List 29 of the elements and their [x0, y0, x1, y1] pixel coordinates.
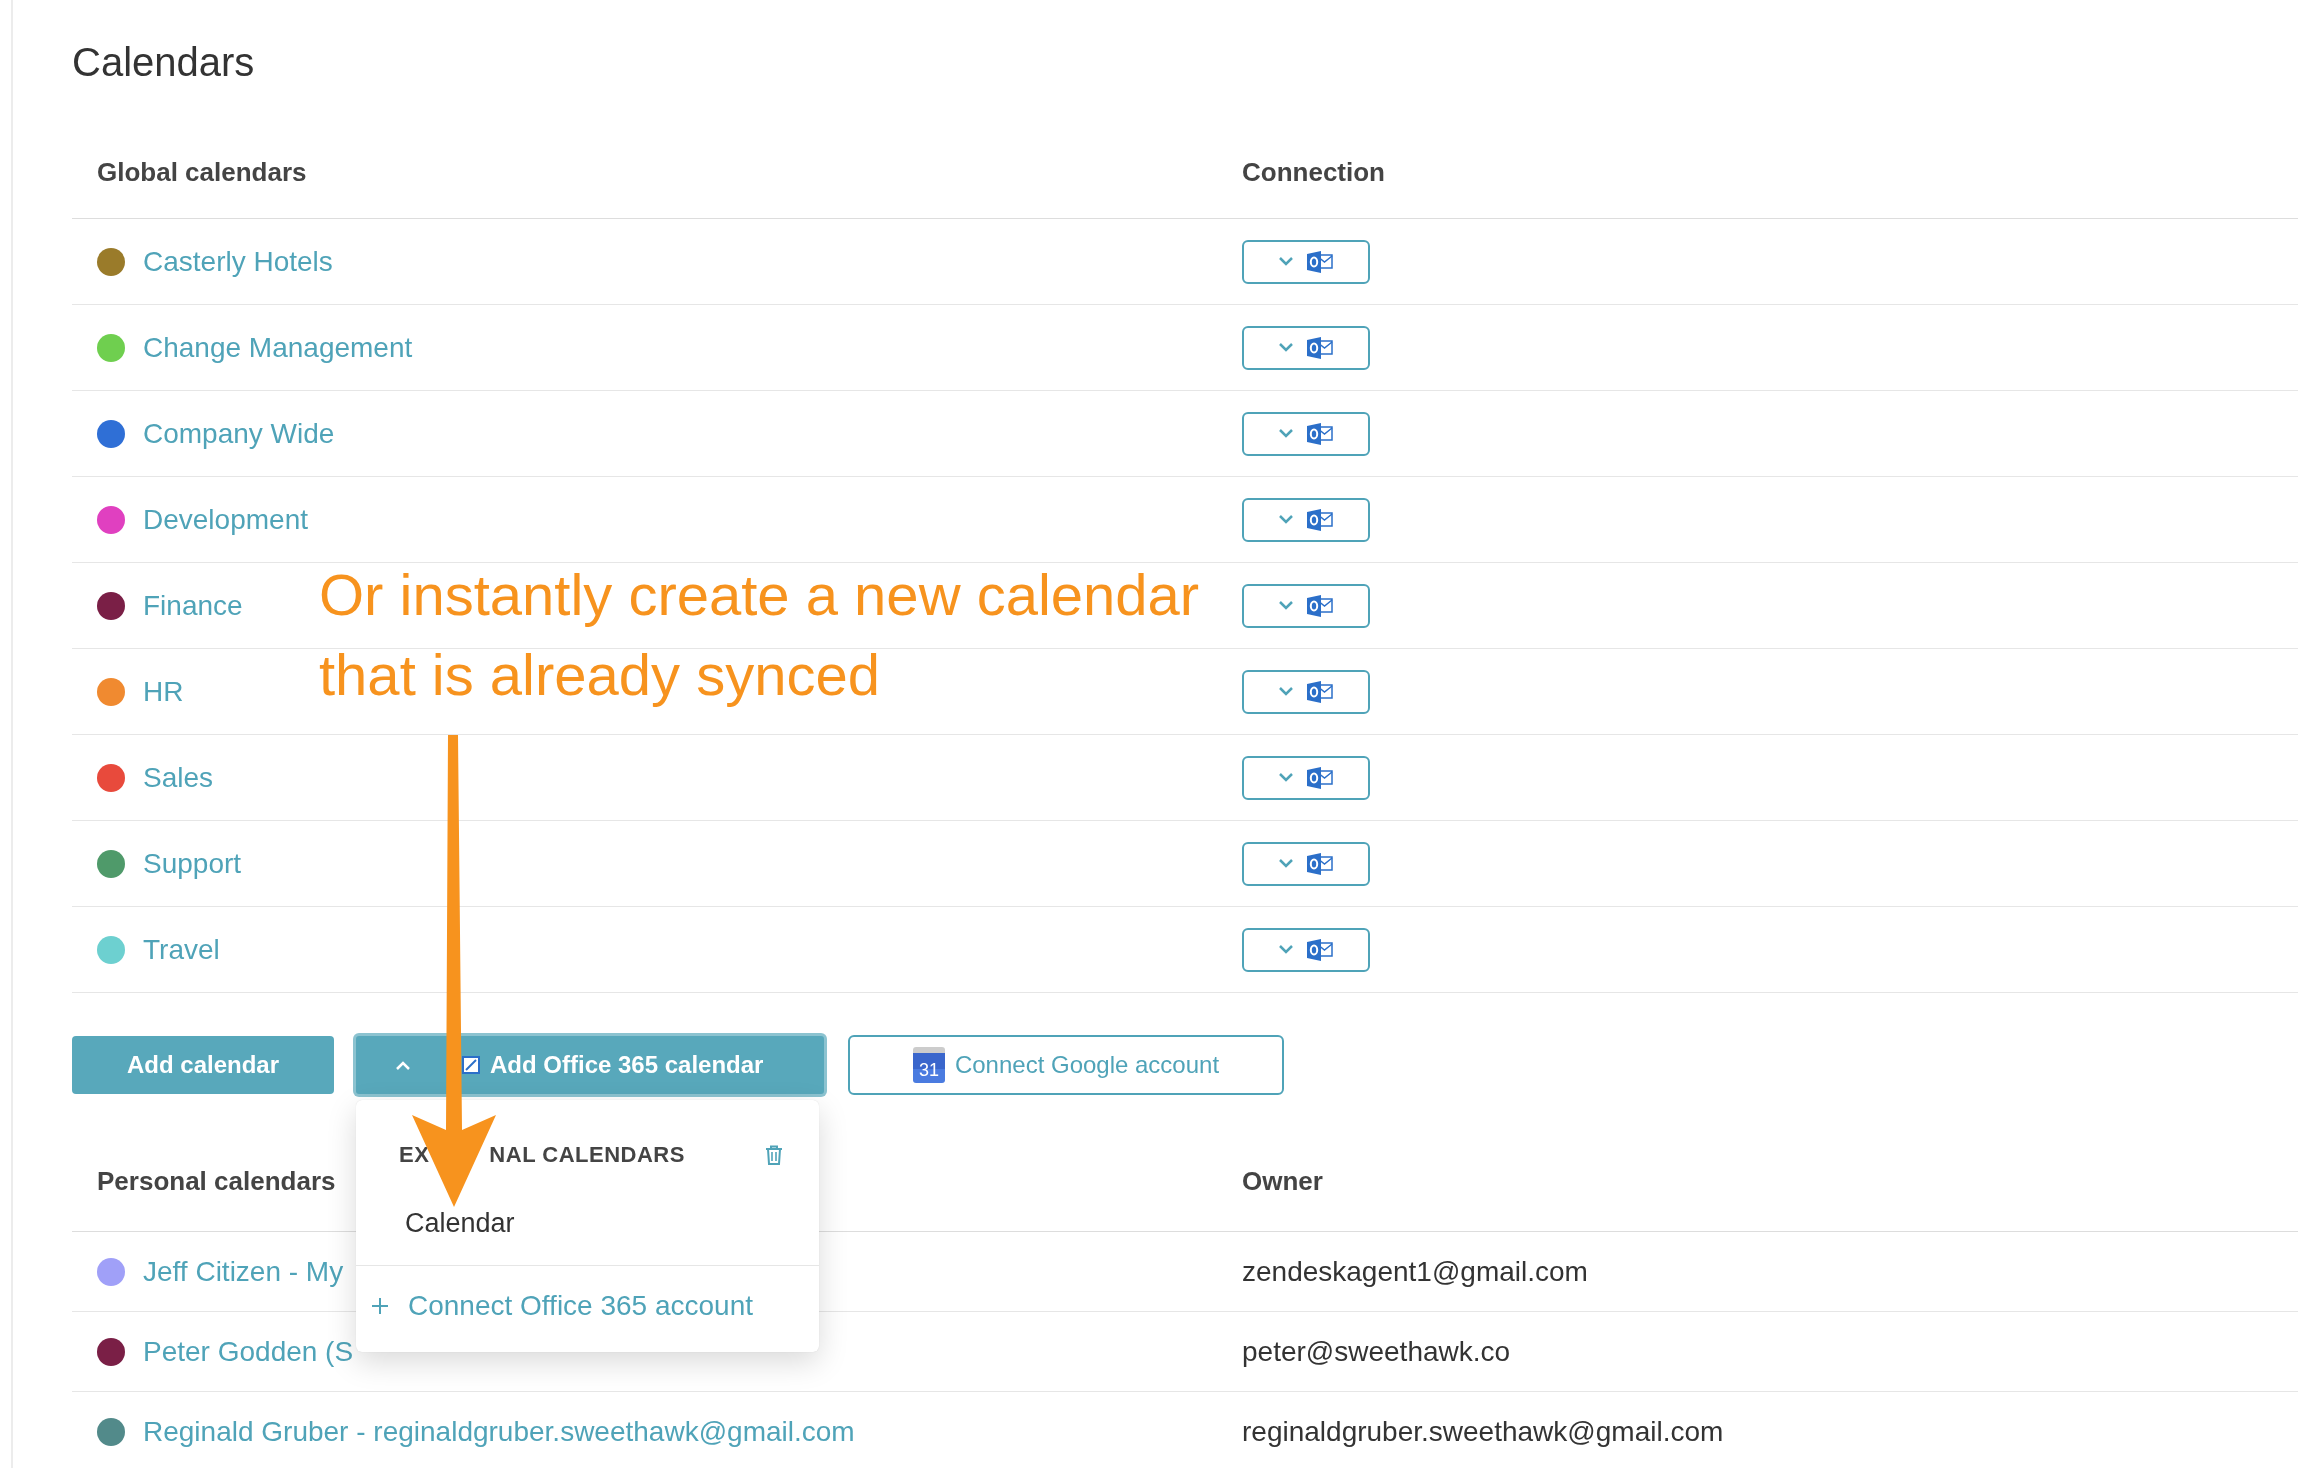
column-header: Connection: [1242, 157, 1385, 188]
menu-heading: EX: [399, 1142, 430, 1168]
owner-email: peter@sweethawk.co: [1242, 1335, 1511, 1368]
column-header: Global calendars: [96, 157, 307, 188]
menu-heading: NAL CALENDARS: [489, 1142, 685, 1168]
calendar-link[interactable]: Change Management: [143, 331, 413, 364]
calendar-link[interactable]: Development: [143, 503, 308, 536]
calendar-link[interactable]: HR: [143, 675, 184, 708]
calendar-link[interactable]: Finance: [143, 589, 243, 622]
calendar-link[interactable]: Jeff Citizen - My: [143, 1255, 344, 1288]
owner-email: zendeskagent1@gmail.com: [1242, 1255, 1588, 1288]
annotation-text: that is already synced: [319, 641, 881, 709]
page-title: Calendars: [72, 39, 256, 84]
button-label: Connect Google account: [954, 1051, 1220, 1079]
column-header: Owner: [1242, 1166, 1323, 1197]
calendar-link[interactable]: Support: [143, 847, 242, 880]
column-header: Personal calendars: [96, 1166, 336, 1197]
owner-email: reginaldgruber.sweethawk@gmail.com: [1242, 1415, 1724, 1448]
calendar-link[interactable]: Travel: [143, 933, 220, 966]
calendar-link[interactable]: Casterly Hotels: [143, 245, 333, 278]
calendar-link[interactable]: Sales: [143, 761, 214, 794]
calendar-link[interactable]: Company Wide: [143, 417, 335, 450]
add-calendar-button[interactable]: Add calendar: [72, 1036, 334, 1094]
button-label: Add Office 365 calendar: [490, 1051, 764, 1079]
calendar-link[interactable]: Peter Godden (S: [143, 1335, 354, 1368]
annotation-text: Or instantly create a new calendar: [319, 561, 1200, 629]
connect-google-button[interactable]: 31 Connect Google account: [848, 1035, 1284, 1095]
calendar-icon: 31: [912, 1047, 945, 1083]
calendar-link[interactable]: Reginald Gruber - reginaldgruber.sweethawk@gmail.com: [143, 1415, 855, 1448]
